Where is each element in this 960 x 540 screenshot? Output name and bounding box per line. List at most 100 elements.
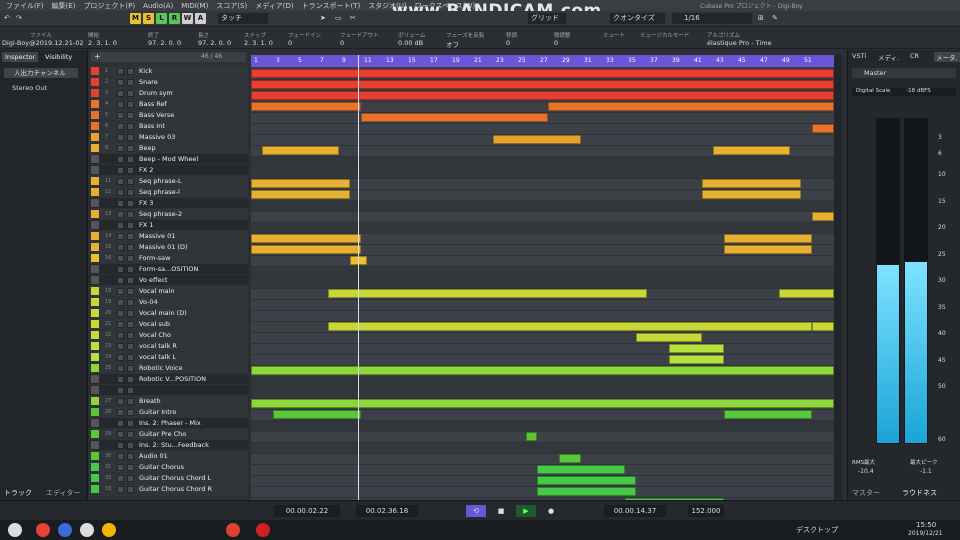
info-value[interactable]: オフ: [446, 39, 459, 49]
quantize-mode-select[interactable]: クオンタイズ: [610, 13, 665, 24]
mute-button[interactable]: [117, 156, 124, 163]
master-channel[interactable]: Master: [852, 68, 956, 78]
track-color-chip[interactable]: [91, 67, 99, 75]
solo-button[interactable]: [127, 266, 134, 273]
event-clip[interactable]: [713, 146, 790, 155]
mode-button-s[interactable]: S: [143, 13, 154, 24]
mute-button[interactable]: [117, 420, 124, 427]
event-clip[interactable]: [669, 344, 724, 353]
track-name[interactable]: Seq phrase-l: [139, 187, 180, 198]
track-header[interactable]: 14 Massive 01: [89, 231, 248, 242]
mute-button[interactable]: [117, 90, 124, 97]
track-name[interactable]: Massive 01 (D): [139, 242, 188, 253]
track-lane[interactable]: [251, 124, 834, 135]
solo-button[interactable]: [127, 101, 134, 108]
snap-icon[interactable]: ⊞: [758, 13, 764, 24]
track-lane[interactable]: [251, 432, 834, 443]
track-header[interactable]: 33 Guitar Chorus Chord R: [89, 484, 248, 495]
track-header[interactable]: 29 Guitar Pre Cho: [89, 429, 248, 440]
mute-button[interactable]: [117, 442, 124, 449]
track-name[interactable]: Beep - Mod Wheel: [139, 154, 198, 165]
track-header[interactable]: 5 Bass Verse: [89, 110, 248, 121]
inspector-tab[interactable]: Inspector: [2, 52, 39, 62]
track-header[interactable]: 7 Massive 03: [89, 132, 248, 143]
event-clip[interactable]: [251, 69, 834, 78]
stereo-out-routing[interactable]: Stereo Out: [12, 84, 47, 92]
mute-button[interactable]: [117, 266, 124, 273]
play-button[interactable]: ▶: [516, 505, 536, 517]
editor-tab[interactable]: エディター: [46, 488, 81, 498]
track-header[interactable]: FX 2: [89, 165, 248, 176]
solo-button[interactable]: [127, 189, 134, 196]
track-color-chip[interactable]: [91, 320, 99, 328]
track-header[interactable]: Beep - Mod Wheel: [89, 154, 248, 165]
track-header[interactable]: 22 Vocal Cho: [89, 330, 248, 341]
mute-button[interactable]: [117, 475, 124, 482]
solo-button[interactable]: [127, 79, 134, 86]
track-lane[interactable]: [251, 311, 834, 322]
pointer-tool-icon[interactable]: ➤: [320, 13, 326, 24]
track-header[interactable]: FX 3: [89, 198, 248, 209]
mute-button[interactable]: [117, 134, 124, 141]
track-name[interactable]: vocal talk R: [139, 341, 177, 352]
track-lane[interactable]: [251, 366, 834, 377]
track-lane[interactable]: [251, 179, 834, 190]
track-name[interactable]: Guitar Chorus Chord R: [139, 484, 212, 495]
vertical-scrollbar[interactable]: [834, 55, 842, 500]
solo-button[interactable]: [127, 453, 134, 460]
track-header[interactable]: 31 Guitar Chorus: [89, 462, 248, 473]
track-color-chip[interactable]: [91, 243, 99, 251]
event-clip[interactable]: [812, 124, 834, 133]
track-lane[interactable]: [251, 300, 834, 311]
menu-item[interactable]: プロジェクト(P): [83, 1, 135, 11]
track-lane[interactable]: [251, 410, 834, 421]
track-color-chip[interactable]: [91, 276, 99, 284]
track-name[interactable]: Bass Verse: [139, 110, 174, 121]
info-value[interactable]: élastique Pro - Time: [707, 39, 772, 47]
track-lane[interactable]: [251, 234, 834, 245]
track-color-chip[interactable]: [91, 111, 99, 119]
track-header[interactable]: 3 Drum sym: [89, 88, 248, 99]
record-button[interactable]: ●: [542, 505, 560, 517]
cubase-icon[interactable]: [226, 523, 240, 537]
track-header[interactable]: Form-sa...OSITION: [89, 264, 248, 275]
track-color-chip[interactable]: [91, 254, 99, 262]
solo-button[interactable]: [127, 431, 134, 438]
info-value[interactable]: 0.00 dB: [398, 39, 423, 47]
track-color-chip[interactable]: [91, 408, 99, 416]
mute-button[interactable]: [117, 79, 124, 86]
mute-button[interactable]: [117, 200, 124, 207]
track-lane[interactable]: [251, 91, 834, 102]
app-icon[interactable]: [58, 523, 72, 537]
menu-item[interactable]: Audio(A): [143, 2, 173, 10]
track-color-chip[interactable]: [91, 232, 99, 240]
track-header[interactable]: 4 Bass Ref: [89, 99, 248, 110]
event-clip[interactable]: [724, 234, 812, 243]
track-lane[interactable]: [251, 245, 834, 256]
track-name[interactable]: Snare: [139, 77, 158, 88]
menu-item[interactable]: メディア(D): [255, 1, 293, 11]
track-color-chip[interactable]: [91, 342, 99, 350]
track-name[interactable]: Guitar Intro: [139, 407, 176, 418]
chrome-icon[interactable]: [36, 523, 50, 537]
track-color-chip[interactable]: [91, 133, 99, 141]
track-lane[interactable]: [251, 355, 834, 366]
info-value[interactable]: 2. 3. 1. 0: [88, 39, 117, 47]
track-header[interactable]: [89, 385, 248, 396]
solo-button[interactable]: [127, 343, 134, 350]
solo-button[interactable]: [127, 288, 134, 295]
mute-button[interactable]: [117, 211, 124, 218]
track-color-chip[interactable]: [91, 78, 99, 86]
track-lane[interactable]: [251, 113, 834, 124]
track-lane[interactable]: [251, 146, 834, 157]
info-value[interactable]: 97. 2. 0. 0: [198, 39, 231, 47]
playhead-cursor[interactable]: [358, 55, 359, 500]
track-name[interactable]: Vo effect: [139, 275, 168, 286]
mute-button[interactable]: [117, 255, 124, 262]
solo-button[interactable]: [127, 409, 134, 416]
track-color-chip[interactable]: [91, 452, 99, 460]
timeline-ruler[interactable]: 1 3 5 7 9 11 13 15 17 19 21 23 25 27 29 31 33 35 37 39 41 43 4…: [251, 55, 834, 67]
info-value[interactable]: 97. 2. 0. 0: [148, 39, 181, 47]
scale-box[interactable]: Digital Scale -18 dBFS: [852, 88, 956, 96]
solo-button[interactable]: [127, 310, 134, 317]
